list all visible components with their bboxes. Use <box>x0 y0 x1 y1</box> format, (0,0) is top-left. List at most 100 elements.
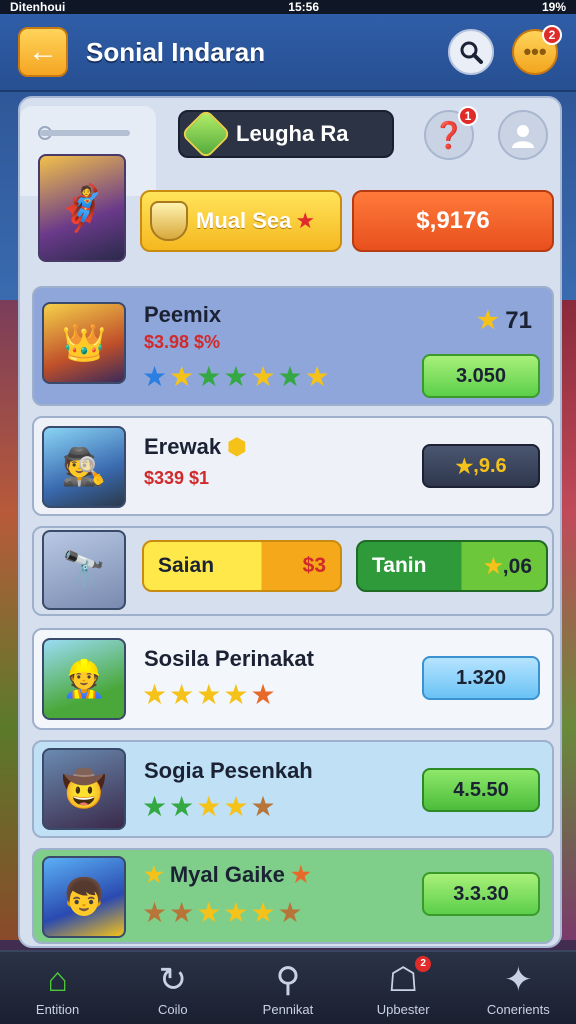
item-price: $339 $1 <box>144 468 210 488</box>
item-rating: ★ 71 <box>477 306 532 335</box>
status-bar: Ditenhoui 15:56 19% <box>0 0 576 14</box>
league-selector[interactable]: Leugha Ra <box>178 108 394 160</box>
item-thumbnail: 🔭 <box>42 530 126 610</box>
notification-badge: 2 <box>542 25 562 45</box>
search-icon: ⚲ <box>275 960 301 999</box>
list-item[interactable]: 🕵 Erewak ⬢ $339 $1 ★, 9.6 <box>32 416 554 516</box>
star-icon: ★ <box>304 361 332 392</box>
league-label: Leugha Ra <box>236 121 349 146</box>
star-icon: ★ <box>169 791 197 822</box>
profile-button[interactable] <box>498 110 548 160</box>
star-icon: ★ <box>142 679 170 710</box>
star-icon: ★ <box>169 679 197 710</box>
status-time: 15:56 <box>288 0 319 14</box>
star-icon: ★ <box>142 897 170 928</box>
star-icon: ★ <box>142 791 170 822</box>
list-item[interactable]: 🔭 Saian $3 Tanin ★,06 <box>32 526 554 616</box>
agent-icon: 🕵 <box>61 446 107 487</box>
list-item[interactable]: 🤠 Sogia Pesenkah ★★★★★ 4.5.50 <box>32 740 554 838</box>
star-icon: ★ <box>196 897 224 928</box>
hero-boy-icon: 👦 <box>61 876 107 917</box>
item-thumbnail: 👦 <box>42 856 126 938</box>
tanin-label: Tanin <box>372 554 427 577</box>
item-thumbnail: 🤠 <box>42 748 126 830</box>
nav-item-achievements[interactable]: ✦ Conerients <box>470 960 566 1017</box>
list-item[interactable]: 👦 ★ Myal Gaike ★ ★★★★★★ 3.3.30 <box>32 848 554 944</box>
page-title: Sonial Indaran <box>86 36 266 67</box>
value-text: 9.6 <box>478 454 507 477</box>
star-rating: ★★★★★★★ <box>142 360 332 393</box>
hero-avatar[interactable]: 🦸 <box>38 154 126 262</box>
tab-handle <box>40 130 130 136</box>
badge-icon: ⬢ <box>227 434 247 459</box>
item-name: Peemix <box>144 302 222 327</box>
sale-price: $3 <box>302 554 326 577</box>
item-name-text: Myal Gaike <box>169 862 285 887</box>
nav-label: Pennikat <box>262 1001 314 1017</box>
item-name: Sosila Perinakat <box>144 646 314 671</box>
item-name: ★ Myal Gaike ★ <box>144 862 311 888</box>
back-button[interactable]: ← <box>18 27 68 77</box>
item-value-button[interactable]: 3.050 <box>422 354 540 398</box>
vip-button[interactable]: Mual Sea ★ <box>140 190 342 252</box>
item-thumbnail: 👷 <box>42 638 126 720</box>
star-icon: ★ <box>477 307 499 334</box>
home-icon: ⌂ <box>47 960 68 999</box>
tanin-value-text: 06 <box>508 554 532 578</box>
star-rating: ★★★★★★ <box>142 896 305 929</box>
shop-icon: ☖ <box>387 960 419 999</box>
nav-item-search[interactable]: ⚲ Pennikat <box>240 960 336 1017</box>
nav-label: Entition <box>35 1001 80 1017</box>
list-item[interactable]: 👑 Peemix $3.98 $% ★★★★★★★ ★ 71 3.050 <box>32 286 554 406</box>
rating-value: 71 <box>505 307 532 334</box>
miner-icon: 👷 <box>61 658 107 699</box>
nav-item-coilo[interactable]: ↻ Coilo <box>125 960 221 1017</box>
star-icon: ★ <box>277 897 305 928</box>
nav-badge: 2 <box>415 955 432 972</box>
arrow-left-icon: ← <box>28 35 58 68</box>
hint-button[interactable]: ❓ 1 <box>424 106 478 160</box>
price-button[interactable]: $,9176 <box>352 190 554 252</box>
background-decor-left <box>0 300 20 940</box>
chat-button[interactable]: ••• 2 <box>512 25 562 75</box>
star-icon: ★ <box>295 208 316 233</box>
star-icon: ★ <box>169 361 197 392</box>
list-item[interactable]: 👷 Sosila Perinakat ★★★★★ 1.320 <box>32 628 554 730</box>
nav-label: Coilo <box>157 1001 188 1017</box>
item-thumbnail: 👑 <box>42 302 126 384</box>
star-icon: ★ <box>455 455 474 478</box>
search-icon <box>460 41 483 64</box>
adventurer-icon: 🤠 <box>61 768 107 809</box>
lightbulb-icon: ❓ <box>432 119 466 150</box>
achievement-icon: ✦ <box>504 960 533 999</box>
hero-portrait-icon: 🦸 <box>54 184 110 233</box>
star-icon: ★ <box>250 679 278 710</box>
star-icon: ★ <box>196 679 224 710</box>
chat-icon: ••• <box>523 39 547 64</box>
leaderboard-panel: Leugha Ra ❓ 1 🦸 Mual Sea ★ $,9176 👑 Peem… <box>18 96 562 948</box>
star-icon: ★ <box>223 791 251 822</box>
bottom-nav: ⌂ Entition ↻ Coilo ⚲ Pennikat ☖ 2 Upbest… <box>0 950 576 1024</box>
nav-item-home[interactable]: ⌂ Entition <box>10 960 106 1017</box>
sale-button[interactable]: Saian $3 <box>142 540 342 592</box>
nav-label: Upbester <box>376 1001 430 1017</box>
vip-label: Mual Sea <box>196 208 292 233</box>
item-value-button[interactable]: ★, 9.6 <box>422 444 540 488</box>
nav-item-shop[interactable]: ☖ 2 Upbester <box>355 955 451 1017</box>
nav-label: Conerients <box>486 1001 550 1017</box>
tanin-button[interactable]: Tanin ★,06 <box>356 540 548 592</box>
star-icon: ★ <box>169 897 197 928</box>
item-name-text: Erewak <box>144 434 222 459</box>
tanin-value: ★,06 <box>483 554 532 578</box>
search-button[interactable] <box>448 29 494 75</box>
user-icon <box>512 125 534 148</box>
status-battery: 19% <box>541 0 566 14</box>
warrior-icon: 👑 <box>61 322 107 363</box>
top-header: ← Sonial Indaran ••• 2 <box>0 14 576 92</box>
item-value-button[interactable]: 4.5.50 <box>422 768 540 812</box>
star-icon: ★ <box>196 791 224 822</box>
item-value-button[interactable]: 1.320 <box>422 656 540 700</box>
shield-icon <box>150 201 188 241</box>
item-value-button[interactable]: 3.3.30 <box>422 872 540 916</box>
star-icon: ★ <box>250 791 278 822</box>
